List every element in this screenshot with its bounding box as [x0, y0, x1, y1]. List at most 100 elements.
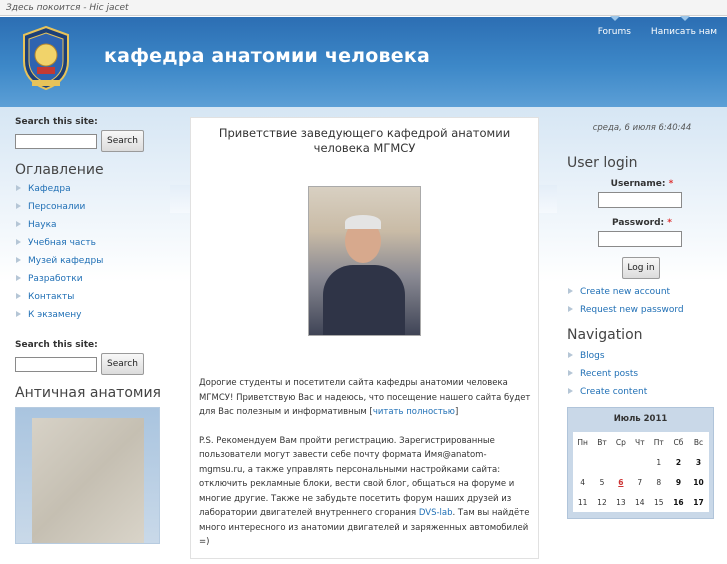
photo-hair — [345, 215, 381, 229]
bullet-icon — [568, 288, 573, 294]
calendar-day[interactable]: 3 — [688, 452, 708, 472]
toc-title: Оглавление — [15, 162, 104, 178]
site-header: кафедра анатомии человека Forums Написат… — [0, 16, 727, 107]
head-of-department-photo — [308, 186, 421, 336]
calendar-day[interactable]: 17 — [688, 492, 708, 512]
calendar-month[interactable]: Июль 2011 — [568, 408, 713, 432]
calendar-day — [573, 452, 593, 472]
site-title[interactable]: кафедра анатомии человека — [104, 45, 430, 67]
menu-item-department[interactable]: Кафедра — [15, 184, 165, 194]
bullet-icon — [16, 257, 21, 263]
menu-item-contacts[interactable]: Контакты — [15, 292, 165, 302]
article-body: Дорогие студенты и посетители сайта кафе… — [199, 376, 531, 564]
menu-item-education[interactable]: Учебная часть — [15, 238, 165, 248]
weekday: Ср — [615, 437, 626, 447]
calendar-day[interactable]: 13 — [611, 492, 630, 512]
menu-item-developments[interactable]: Разработки — [15, 274, 165, 284]
menu-item-science[interactable]: Наука — [15, 220, 165, 230]
navigation-title: Navigation — [567, 327, 643, 343]
bullet-icon — [16, 239, 21, 245]
greeting-paragraph: Дорогие студенты и посетители сайта кафе… — [199, 378, 531, 417]
university-logo[interactable] — [20, 25, 72, 91]
right-sidebar: среда, 6 июля 6:40:44 User login Usernam… — [567, 117, 717, 519]
username-label: Username: * — [610, 179, 674, 189]
weekday: Чт — [635, 437, 645, 447]
bullet-icon — [16, 275, 21, 281]
bullet-icon — [16, 203, 21, 209]
top-nav: Forums Написать нам — [588, 16, 727, 42]
nav-create-content[interactable]: Create content — [567, 387, 717, 397]
main-article: Приветствие заведующего кафедрой анатоми… — [190, 117, 539, 559]
calendar-grid: Пн Вт Ср Чт Пт Сб Вс 1 2 3 4 5 6 7 8 9 1… — [572, 432, 709, 512]
calendar-day[interactable]: 15 — [649, 492, 668, 512]
calendar-day[interactable]: 8 — [649, 472, 668, 492]
request-password-link[interactable]: Request new password — [567, 305, 717, 315]
antique-drawing — [32, 418, 144, 543]
bullet-icon — [568, 352, 573, 358]
photo-suit — [323, 265, 405, 335]
tagline: Здесь покоится - Hic jacet — [6, 3, 129, 13]
calendar-weekdays: Пн Вт Ср Чт Пт Сб Вс — [573, 432, 709, 452]
search-form-2: Search — [15, 353, 165, 375]
search-form: Search — [15, 130, 165, 152]
nav-contact[interactable]: Написать нам — [641, 16, 727, 42]
menu-item-museum[interactable]: Музей кафедры — [15, 256, 165, 266]
password-field[interactable] — [598, 231, 682, 247]
nav-marker-icon — [610, 16, 621, 21]
nav-recent-posts[interactable]: Recent posts — [567, 369, 717, 379]
username-field[interactable] — [598, 192, 682, 208]
search-label-2: Search this site: — [15, 340, 98, 350]
current-date: среда, 6 июля 6:40:44 — [592, 123, 692, 133]
calendar: Июль 2011 Пн Вт Ср Чт Пт Сб Вс 1 2 3 4 5… — [567, 407, 714, 519]
calendar-day — [611, 452, 630, 472]
antique-anatomy-image[interactable] — [15, 407, 160, 544]
article-title[interactable]: Приветствие заведующего кафедрой анатоми… — [207, 126, 522, 156]
bullet-icon — [16, 311, 21, 317]
bullet-icon — [568, 388, 573, 394]
calendar-day[interactable]: 16 — [668, 492, 688, 512]
account-links: Create new account Request new password — [567, 287, 717, 315]
bullet-icon — [16, 293, 21, 299]
ps-paragraph: P.S. Рекомендуем Вам пройти регистрацию.… — [199, 435, 530, 548]
calendar-day[interactable]: 5 — [593, 472, 612, 492]
weekday: Вт — [597, 437, 607, 447]
login-button[interactable]: Log in — [622, 257, 660, 279]
calendar-day[interactable]: 1 — [649, 452, 668, 472]
calendar-day — [593, 452, 612, 472]
weekday: Сб — [673, 437, 684, 447]
password-label: Password: * — [612, 218, 672, 228]
navigation-links: Blogs Recent posts Create content — [567, 351, 717, 397]
weekday: Пн — [577, 437, 588, 447]
calendar-day[interactable]: 7 — [631, 472, 650, 492]
calendar-day[interactable]: 11 — [573, 492, 593, 512]
login-title: User login — [567, 155, 638, 171]
menu-item-people[interactable]: Персоналии — [15, 202, 165, 212]
nav-blogs[interactable]: Blogs — [567, 351, 717, 361]
menu-item-exam[interactable]: К экзамену — [15, 310, 165, 320]
search-button[interactable]: Search — [101, 130, 144, 152]
top-strip: Здесь покоится - Hic jacet — [0, 0, 727, 16]
calendar-day[interactable]: 4 — [573, 472, 593, 492]
weekday: Вс — [693, 437, 704, 447]
calendar-day[interactable]: 14 — [631, 492, 650, 512]
search-button-2[interactable]: Search — [101, 353, 144, 375]
read-more-link[interactable]: читать полностью — [373, 407, 455, 417]
bullet-icon — [16, 221, 21, 227]
toc-menu: Кафедра Персоналии Наука Учебная часть М… — [15, 184, 165, 320]
bullet-icon — [568, 306, 573, 312]
nav-forums[interactable]: Forums — [588, 16, 641, 42]
calendar-day — [631, 452, 650, 472]
calendar-day[interactable]: 12 — [593, 492, 612, 512]
calendar-day-today[interactable]: 6 — [611, 472, 630, 492]
antique-title: Античная анатомия — [15, 385, 161, 401]
dvs-lab-link[interactable]: DVS-lab — [419, 508, 453, 518]
calendar-day[interactable]: 10 — [688, 472, 708, 492]
search-input-2[interactable] — [15, 356, 97, 372]
calendar-day[interactable]: 2 — [668, 452, 688, 472]
bullet-icon — [16, 185, 21, 191]
create-account-link[interactable]: Create new account — [567, 287, 717, 297]
calendar-week: 1 2 3 — [573, 452, 709, 472]
search-input[interactable] — [15, 133, 97, 149]
left-sidebar: Search this site: Search Оглавление Кафе… — [15, 117, 165, 544]
calendar-day[interactable]: 9 — [668, 472, 688, 492]
